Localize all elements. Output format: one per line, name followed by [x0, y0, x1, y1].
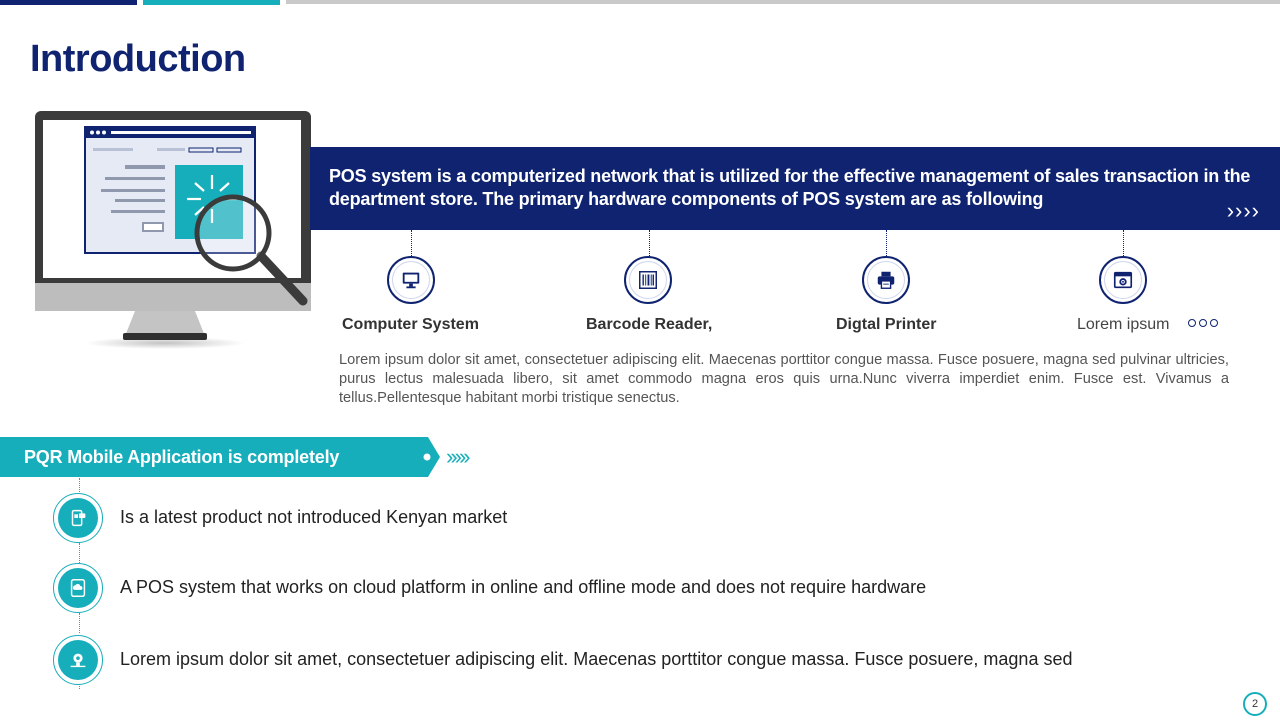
description-paragraph: Lorem ipsum dolor sit amet, consectetuer… [339, 352, 1229, 406]
connector-line [1123, 230, 1124, 256]
mobile-chat-icon [53, 493, 103, 543]
feature-text-2: A POS system that works on cloud platfor… [120, 577, 927, 597]
banner-text: POS system is a computerized network tha… [329, 166, 1251, 209]
printer-icon [862, 256, 910, 304]
page-number: 2 [1243, 692, 1267, 716]
connector-line [886, 230, 887, 256]
settings-window-icon [1099, 256, 1147, 304]
chevrons-icon: ››››› [446, 444, 471, 469]
connector-line [79, 478, 80, 492]
banner-arrows-icon: ›››› [1226, 198, 1260, 223]
top-accent-bar-teal [143, 0, 280, 5]
barcode-icon [624, 256, 672, 304]
feature-text-1: Is a latest product not introduced Kenya… [120, 507, 508, 527]
top-accent-bar-navy [0, 0, 137, 5]
connector-line [79, 543, 80, 563]
app-banner-text: PQR Mobile Application is completely [24, 447, 340, 467]
more-dots-icon [1188, 319, 1218, 327]
page-title: Introduction [30, 38, 246, 80]
hardware-label-computer: Computer System [342, 316, 479, 333]
hardware-label-printer: Digtal Printer [836, 316, 937, 333]
connector-line [649, 230, 650, 256]
pos-description-banner: POS system is a computerized network tha… [310, 147, 1280, 230]
monitor-magnifier-illustration [35, 111, 311, 349]
hardware-label-barcode: Barcode Reader, [586, 316, 713, 333]
feature-text-3: Lorem ipsum dolor sit amet, consectetuer… [120, 649, 1073, 669]
connector-line [79, 613, 80, 633]
top-accent-bar-grey [286, 0, 1280, 4]
mobile-cloud-icon [53, 563, 103, 613]
hardware-label-lorem: Lorem ipsum [1077, 316, 1170, 333]
idea-gear-icon [53, 635, 103, 685]
computer-icon [387, 256, 435, 304]
connector-line [411, 230, 412, 256]
